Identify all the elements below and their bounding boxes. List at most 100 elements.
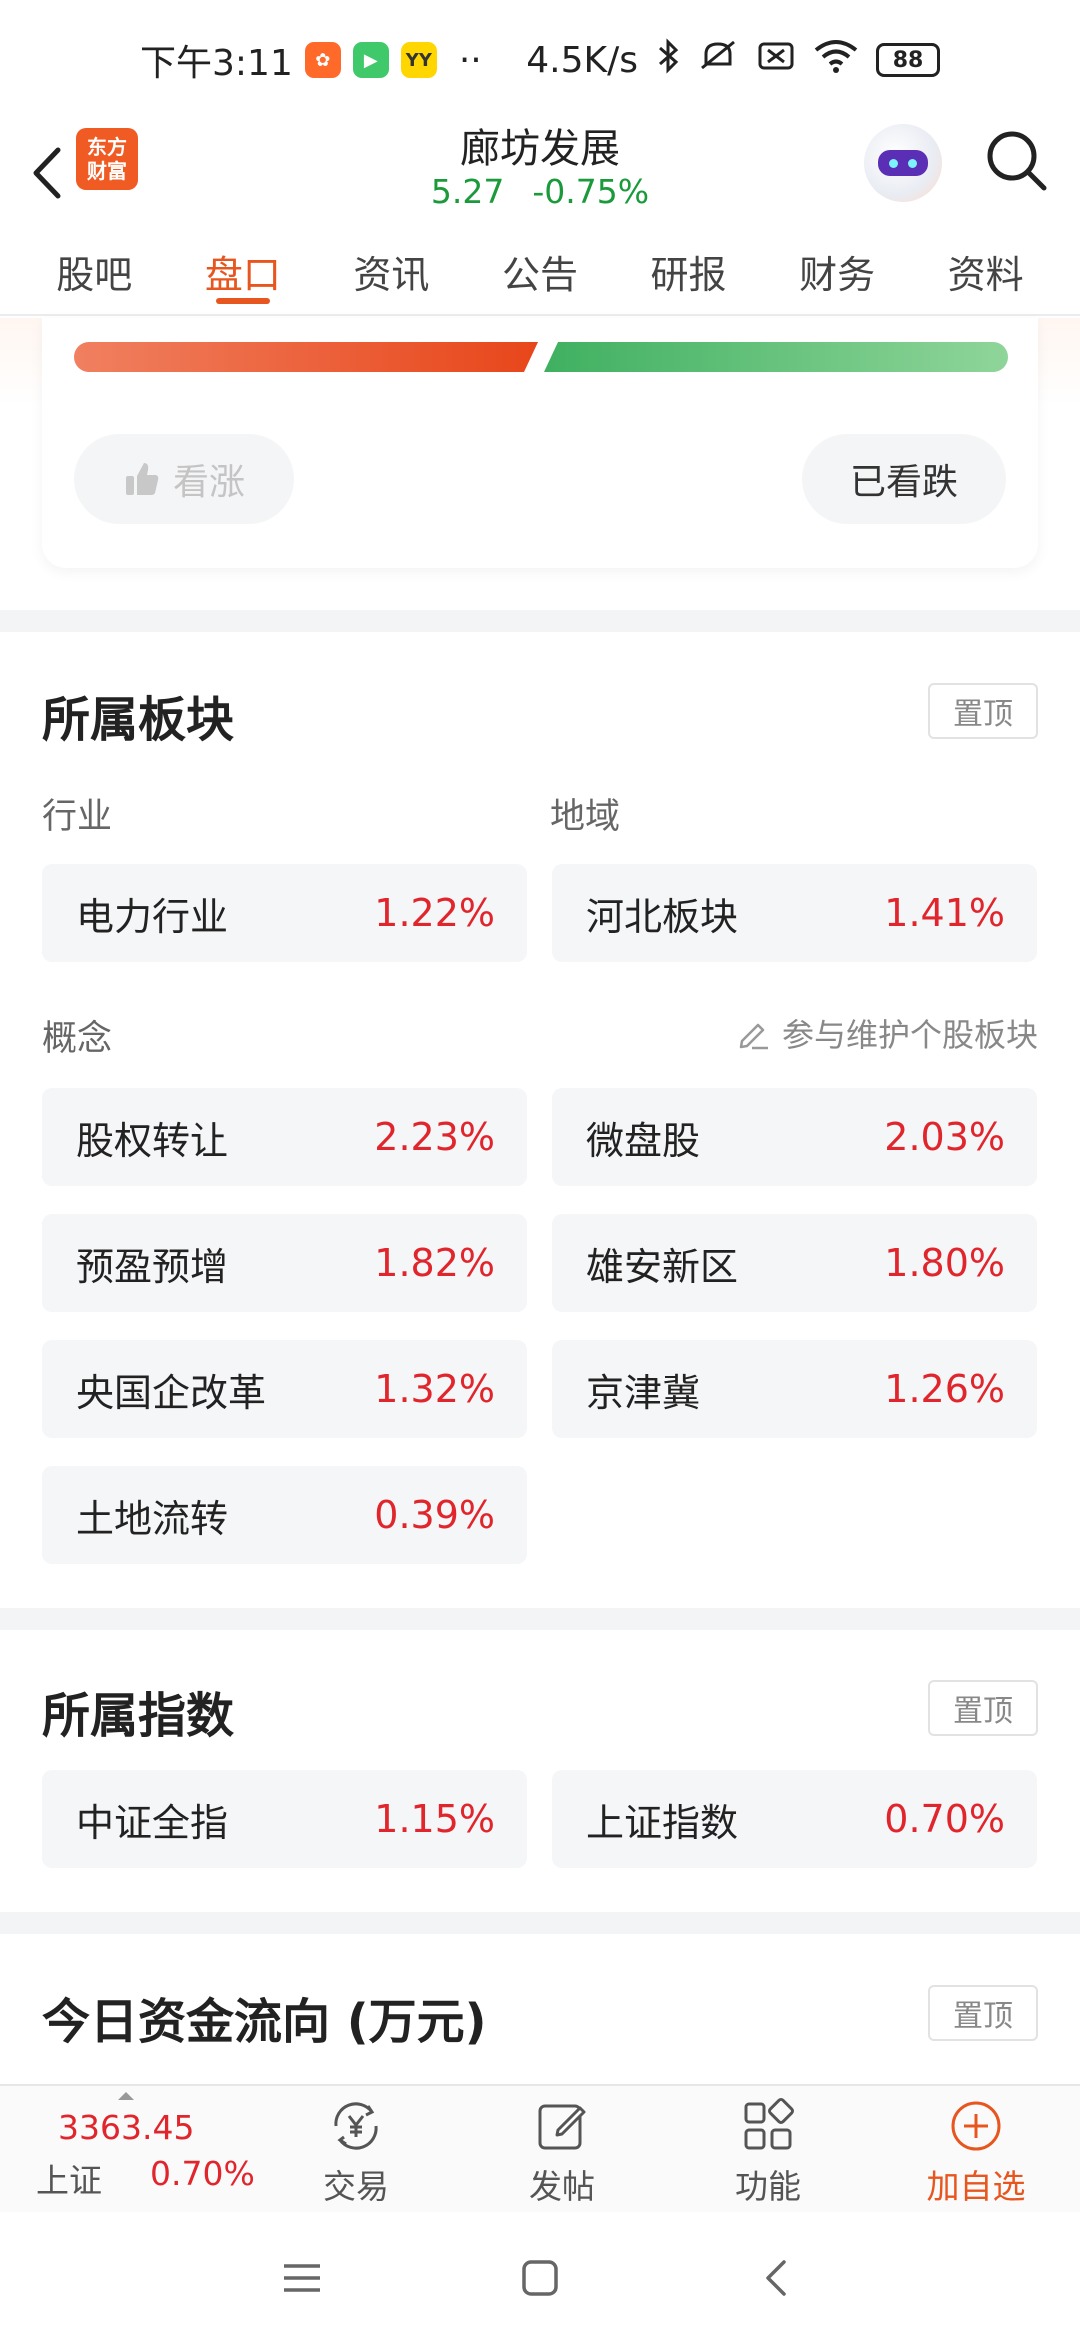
post-button[interactable]: 发帖 xyxy=(482,2096,642,2208)
sector-name: 雄安新区 xyxy=(586,1244,739,1289)
sector-change: 1.82% xyxy=(374,1241,495,1285)
edit-icon xyxy=(739,1023,768,1050)
bullish-bar xyxy=(74,342,538,372)
index-change: 1.15% xyxy=(374,1797,495,1841)
add-circle-icon xyxy=(951,2101,1001,2151)
tab-news[interactable]: 资讯 xyxy=(331,224,451,314)
sector-name: 股权转让 xyxy=(76,1118,229,1163)
concept-card[interactable]: 预盈预增 1.82% xyxy=(42,1214,527,1312)
index-value: 3363.45 xyxy=(58,2108,195,2147)
sector-card-industry[interactable]: 电力行业 1.22% xyxy=(42,864,527,962)
yy-app-icon: YY xyxy=(400,42,437,78)
grid-apps-icon xyxy=(744,2098,794,2150)
section-divider xyxy=(0,1912,1080,1934)
wifi-icon xyxy=(814,38,858,83)
home-square-icon xyxy=(522,2260,558,2296)
index-name: 中证全指 xyxy=(76,1800,229,1845)
sector-name: 河北板块 xyxy=(586,894,739,939)
trade-label: 交易 xyxy=(323,2167,389,2206)
region-label: 地域 xyxy=(550,797,621,837)
concept-card[interactable]: 土地流转 0.39% xyxy=(42,1466,527,1564)
status-time: 下午3:11 xyxy=(140,43,293,84)
system-nav-bar xyxy=(0,2212,1080,2340)
trade-yen-icon xyxy=(334,2102,378,2150)
sectors-pin-button[interactable]: 置顶 xyxy=(928,683,1038,739)
sector-name: 预盈预增 xyxy=(76,1244,229,1289)
sector-name: 微盘股 xyxy=(586,1118,701,1163)
sector-name: 电力行业 xyxy=(76,894,229,939)
concept-card[interactable]: 股权转让 2.23% xyxy=(42,1088,527,1186)
sector-change: 2.23% xyxy=(374,1115,495,1159)
video-app-icon: ▶ xyxy=(352,42,389,78)
indices-pin-button[interactable]: 置顶 xyxy=(928,1680,1038,1736)
add-watchlist-label: 加自选 xyxy=(926,2167,1026,2206)
sector-name: 京津冀 xyxy=(586,1370,701,1415)
back-chevron-icon xyxy=(766,2260,786,2296)
home-button[interactable] xyxy=(510,2248,570,2308)
tab-profile[interactable]: 资料 xyxy=(926,224,1046,314)
search-icon xyxy=(987,131,1047,191)
tab-research[interactable]: 研报 xyxy=(629,224,749,314)
index-card[interactable]: 中证全指 1.15% xyxy=(42,1770,527,1868)
fund-flow-pin-button[interactable]: 置顶 xyxy=(928,1985,1038,2041)
menu-lines-icon xyxy=(284,2264,320,2292)
sectors-title: 所属板块 xyxy=(42,692,235,748)
sector-change: 1.41% xyxy=(884,891,1005,935)
stock-change-pct: -0.75% xyxy=(532,172,650,211)
mute-icon xyxy=(698,38,738,83)
trade-button[interactable]: 交易 xyxy=(276,2096,436,2208)
sector-change: 1.32% xyxy=(374,1367,495,1411)
index-name: 上证 xyxy=(36,2161,102,2200)
market-index-ticker[interactable]: 3363.45 上证 0.70% xyxy=(0,2086,255,2214)
indices-title: 所属指数 xyxy=(42,1688,235,1744)
bearish-bar xyxy=(544,342,1008,372)
ai-assistant-avatar[interactable] xyxy=(864,124,942,202)
vote-down-label: 已看跌 xyxy=(849,462,958,503)
sentiment-bar xyxy=(74,342,1008,372)
sector-name: 土地流转 xyxy=(76,1496,229,1541)
stock-tabs: 股吧 盘口 资讯 公告 研报 财务 资料 xyxy=(0,224,1080,316)
stock-price: 5.27 xyxy=(430,172,505,211)
index-change: 0.70% xyxy=(150,2154,255,2193)
sector-change: 0.39% xyxy=(374,1493,495,1537)
concept-card[interactable]: 京津冀 1.26% xyxy=(552,1340,1037,1438)
network-speed: 4.5K/s xyxy=(526,39,638,81)
tab-finance[interactable]: 财务 xyxy=(777,224,897,314)
section-divider xyxy=(0,610,1080,632)
maintain-sectors-link[interactable]: 参与维护个股板块 xyxy=(736,1010,1038,1056)
compose-icon xyxy=(538,2104,586,2150)
bluetooth-icon xyxy=(656,37,680,83)
concept-card[interactable]: 央国企改革 1.32% xyxy=(42,1340,527,1438)
index-change: 0.70% xyxy=(884,1797,1005,1841)
industry-label: 行业 xyxy=(42,797,113,837)
sector-card-region[interactable]: 河北板块 1.41% xyxy=(552,864,1037,962)
thumbs-up-icon xyxy=(125,463,159,495)
sector-change: 1.80% xyxy=(884,1241,1005,1285)
tab-pankou[interactable]: 盘口 xyxy=(183,224,303,314)
index-card[interactable]: 上证指数 0.70% xyxy=(552,1770,1037,1868)
sentiment-card: 看涨 已看跌 xyxy=(42,318,1038,568)
vote-up-button[interactable]: 看涨 xyxy=(74,434,294,524)
sim-off-icon xyxy=(756,38,796,83)
tab-guba[interactable]: 股吧 xyxy=(34,224,154,314)
sector-change: 2.03% xyxy=(884,1115,1005,1159)
battery-icon: 88 xyxy=(876,43,940,77)
concept-card[interactable]: 雄安新区 1.80% xyxy=(552,1214,1037,1312)
maintain-sectors-label: 参与维护个股板块 xyxy=(781,1016,1038,1054)
system-back-button[interactable] xyxy=(748,2248,808,2308)
search-button[interactable] xyxy=(982,126,1052,196)
vote-down-button[interactable]: 已看跌 xyxy=(802,434,1006,524)
tab-announcements[interactable]: 公告 xyxy=(480,224,600,314)
function-button[interactable]: 功能 xyxy=(688,2096,848,2208)
add-watchlist-button[interactable]: 加自选 xyxy=(896,2096,1056,2208)
stock-header: 东方 财富 廊坊发展 5.27 -0.75% xyxy=(0,120,1080,224)
concept-card[interactable]: 微盘股 2.03% xyxy=(552,1088,1037,1186)
vote-up-label: 看涨 xyxy=(172,462,245,503)
post-label: 发帖 xyxy=(529,2167,595,2206)
robot-icon xyxy=(878,150,928,176)
expand-caret-icon xyxy=(118,2092,134,2100)
fund-flow-title: 今日资金流向 (万元) xyxy=(42,1994,487,2050)
sector-name: 央国企改革 xyxy=(76,1370,267,1415)
recents-button[interactable] xyxy=(272,2248,332,2308)
app-notification-icon: ✿ xyxy=(304,42,341,78)
